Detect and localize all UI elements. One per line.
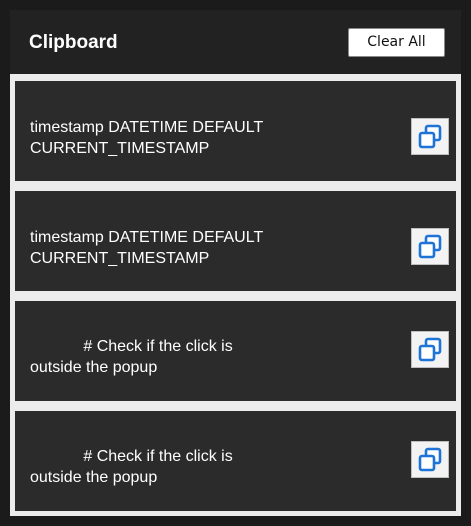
header-bar: Clipboard Clear All (10, 10, 461, 74)
clipboard-item-text: timestamp DATETIME DEFAULT CURRENT_TIMES… (30, 119, 264, 157)
clipboard-item-text: # Check if the click is outside the popu… (30, 448, 233, 486)
clipboard-window: Clipboard Clear All timestamp DATETIME D… (0, 0, 471, 526)
copy-button[interactable] (411, 118, 449, 155)
clipboard-list: timestamp DATETIME DEFAULT CURRENT_TIMES… (10, 74, 461, 516)
copy-button[interactable] (411, 441, 449, 478)
clipboard-item: # Check if the click is outside the popu… (15, 411, 456, 511)
copy-icon (418, 124, 442, 149)
copy-icon (418, 337, 442, 362)
clipboard-item: timestamp DATETIME DEFAULT CURRENT_TIMES… (15, 191, 456, 291)
copy-icon (418, 234, 442, 259)
copy-button[interactable] (411, 331, 449, 368)
clear-all-button[interactable]: Clear All (348, 28, 445, 57)
copy-icon (418, 447, 442, 472)
clipboard-item-text: # Check if the click is outside the popu… (30, 338, 233, 376)
clipboard-item: # Check if the click is outside the popu… (15, 301, 456, 401)
clipboard-item-text: timestamp DATETIME DEFAULT CURRENT_TIMES… (30, 229, 264, 267)
page-title: Clipboard (29, 32, 118, 53)
copy-button[interactable] (411, 228, 449, 265)
clipboard-item: timestamp DATETIME DEFAULT CURRENT_TIMES… (15, 81, 456, 181)
